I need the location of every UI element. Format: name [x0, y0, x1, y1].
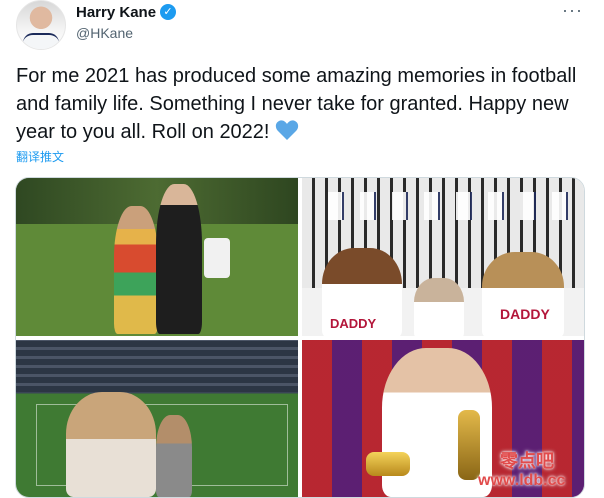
child-middle: [414, 278, 464, 336]
more-options-icon[interactable]: ···: [562, 0, 583, 21]
shirt-name-left: DADDY: [330, 316, 377, 331]
shirt-name-right: DADDY: [500, 306, 550, 322]
golden-boot-trophy: [366, 452, 410, 476]
blue-heart-icon: [275, 120, 299, 140]
author-handle[interactable]: @HKane: [76, 25, 133, 41]
photo-stadium-family[interactable]: [16, 340, 298, 497]
translate-link[interactable]: 翻译推文: [16, 148, 64, 165]
woman-figure: [114, 206, 158, 334]
child-back: [156, 415, 192, 497]
woman-back: [66, 392, 156, 497]
photo-kids-shirts[interactable]: DADDY DADDY: [302, 178, 584, 336]
photo-couple-garden[interactable]: [16, 178, 298, 336]
avatar[interactable]: [16, 0, 66, 50]
playmaker-trophy: [458, 410, 480, 480]
avatar-shirt: [23, 33, 59, 49]
watermark-title: 零点吧: [500, 451, 554, 471]
man-figure: [156, 184, 202, 334]
verified-badge-icon: ✓: [160, 4, 176, 20]
author-name[interactable]: Harry Kane: [76, 4, 156, 21]
watermark-url: www.ldb.cc: [478, 472, 566, 489]
tweet-text: For me 2021 has produced some amazing me…: [16, 62, 591, 146]
media-grid: DADDY DADDY: [15, 177, 585, 498]
child-right: [482, 252, 564, 336]
watermark: 零点吧 www.ldb.cc: [478, 451, 600, 495]
